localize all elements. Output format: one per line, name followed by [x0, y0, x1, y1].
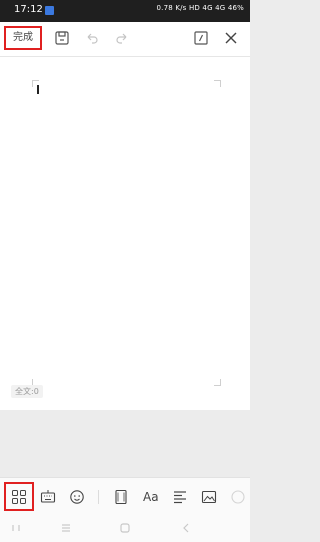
- undo-icon[interactable]: [84, 30, 100, 46]
- more-icon[interactable]: [230, 489, 246, 505]
- grid-icon: [12, 490, 26, 504]
- word-count: 全文:0: [11, 385, 43, 398]
- page-corner-marker: [214, 80, 221, 87]
- nav-assistant-icon[interactable]: [10, 522, 22, 534]
- close-icon[interactable]: [223, 30, 239, 46]
- keyboard-icon[interactable]: [40, 489, 56, 505]
- notification-icon: [45, 6, 54, 15]
- text-cursor: [37, 85, 39, 94]
- align-left-icon[interactable]: [172, 489, 188, 505]
- nav-home-icon[interactable]: [119, 522, 131, 534]
- insert-image-icon[interactable]: [201, 489, 217, 505]
- nav-menu-icon[interactable]: [60, 522, 72, 534]
- nav-back-icon[interactable]: [180, 522, 192, 534]
- more-tools-button[interactable]: [4, 482, 34, 511]
- page-layout-icon[interactable]: [113, 489, 129, 505]
- editor-area[interactable]: 全文:0: [0, 57, 250, 410]
- system-nav-bar: [0, 514, 250, 542]
- format-text-icon[interactable]: [193, 30, 209, 46]
- divider: [98, 490, 99, 504]
- save-icon[interactable]: [54, 30, 70, 46]
- emoji-icon[interactable]: [69, 489, 85, 505]
- redo-icon[interactable]: [114, 30, 130, 46]
- status-time: 17:12: [14, 4, 43, 15]
- page-corner-marker: [214, 379, 221, 386]
- done-button[interactable]: 完成: [4, 26, 42, 50]
- status-bar: 17:12 0.78 K/s HD 4G 4G 46%: [0, 0, 250, 22]
- font-style-button[interactable]: Aa: [143, 490, 159, 504]
- status-indicators: 0.78 K/s HD 4G 4G 46%: [156, 4, 244, 12]
- top-toolbar: 完成: [0, 22, 250, 57]
- bottom-toolbar: Aa: [0, 477, 250, 515]
